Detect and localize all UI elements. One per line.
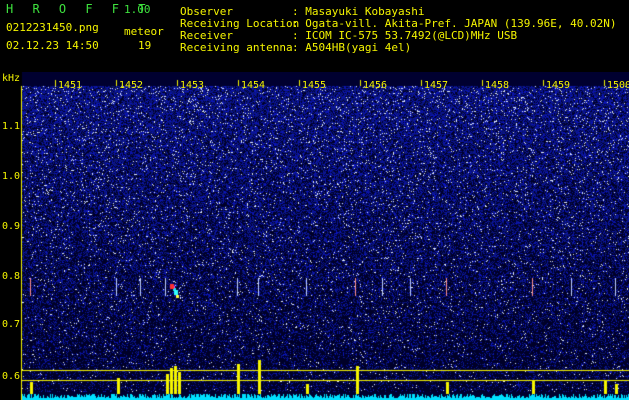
y-tick-label: 1.1 — [2, 121, 21, 132]
y-tick-label: 0.8 — [2, 271, 21, 282]
y-tick-label: 0.9 — [2, 221, 21, 232]
timestamp: 02.12.23 14:50 — [6, 39, 99, 52]
meteor-count: 19 — [138, 39, 152, 52]
y-tick-label: 0.6 — [2, 371, 21, 382]
spectrogram-canvas — [0, 72, 629, 400]
app-version: 1.00 — [124, 3, 151, 16]
x-tick-label: 1454 — [241, 80, 266, 91]
x-tick-label: 1452 — [119, 80, 144, 91]
x-tick-label: 1457 — [424, 80, 449, 91]
y-unit-label: kHz — [2, 73, 21, 84]
header-panel: H R O F F T 1.00 0212231450.png 02.12.23… — [0, 0, 629, 72]
x-tick-label: 1456 — [363, 80, 388, 91]
antenna-value: : A504HB(yagi 4el) — [292, 41, 412, 54]
x-tick-label: 1451 — [58, 80, 83, 91]
x-tick-label: 1453 — [180, 80, 205, 91]
x-tick-label: 1458 — [485, 80, 510, 91]
meteor-label: meteor — [124, 25, 164, 38]
filename: 0212231450.png — [6, 21, 99, 34]
y-tick-label: 0.7 — [2, 319, 21, 330]
x-tick-label: 1500 — [607, 80, 629, 91]
x-tick-label: 1455 — [302, 80, 327, 91]
antenna-label: Receiving antenna — [180, 41, 293, 54]
x-tick-label: 1459 — [546, 80, 571, 91]
y-tick-label: 1.0 — [2, 171, 21, 182]
